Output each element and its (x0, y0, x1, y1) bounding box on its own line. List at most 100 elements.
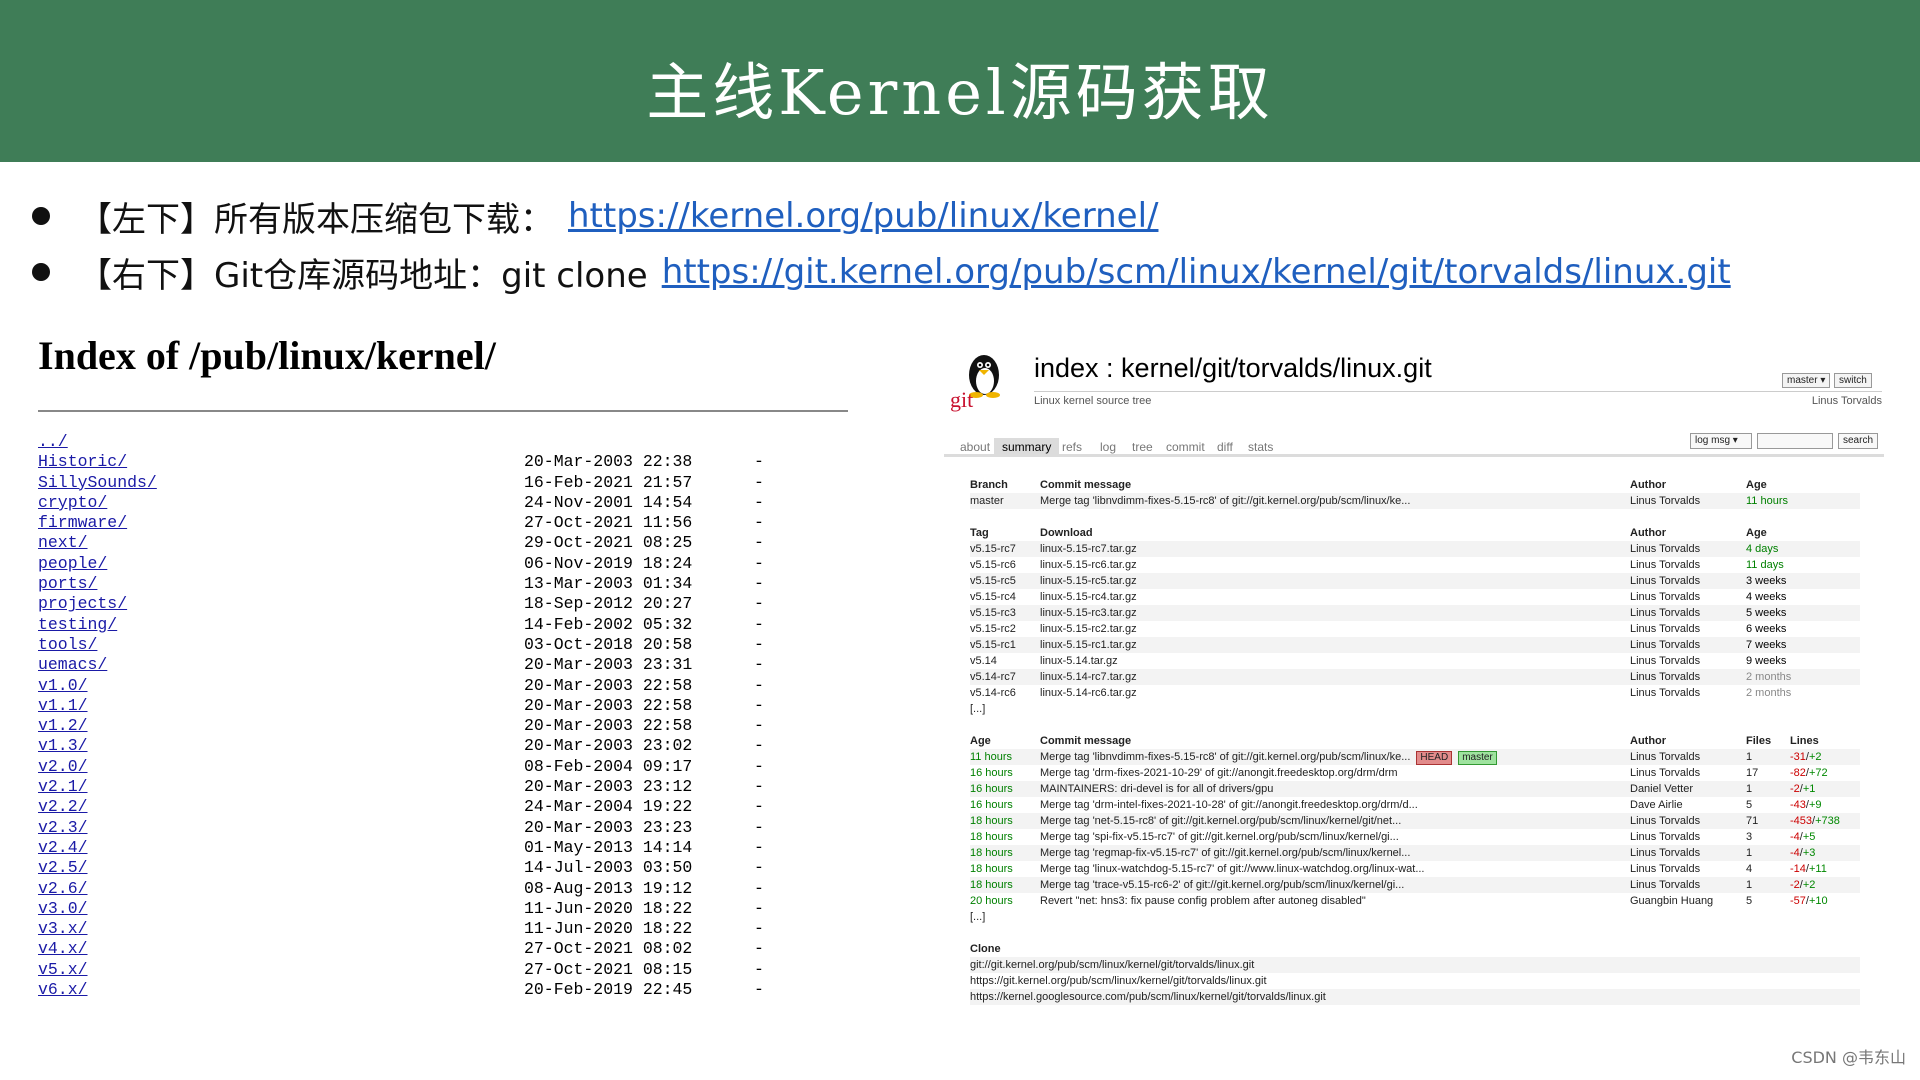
log-row[interactable]: 11 hours Merge tag 'libnvdimm-fixes-5.15-… (970, 749, 1860, 765)
tag-row[interactable]: v5.14 linux-5.14.tar.gz Linus Torvalds 9 we… (970, 653, 1860, 669)
clone-url-row[interactable]: https://kernel.googlesource.com/pub/scm/… (970, 989, 1860, 1005)
index-entry-link[interactable]: v1.0/ (38, 676, 524, 696)
index-entry-date: 27-Oct-2021 08:02 (524, 939, 693, 959)
age: 6 weeks (1746, 623, 1787, 635)
index-entry-link[interactable]: v2.0/ (38, 757, 524, 777)
tag-header-row: Tag Download Author Age (970, 525, 1860, 541)
tab-refs[interactable]: refs (1054, 438, 1090, 456)
age: 16 hours (970, 799, 1013, 811)
index-entry-link[interactable]: v1.3/ (38, 736, 524, 756)
branch-name: master (970, 495, 1004, 507)
commit-message: MAINTAINERS: dri-devel is for all of dri… (1040, 783, 1274, 795)
lines-added: +3 (1802, 847, 1816, 859)
log-row[interactable]: 20 hours Revert "net: hns3: fix pause con… (970, 893, 1860, 909)
download-link: linux-5.15-rc2.tar.gz (1040, 623, 1137, 635)
tag-row[interactable]: v5.14-rc6 linux-5.14-rc6.tar.gz Linus Torv… (970, 685, 1860, 701)
index-entry-link[interactable]: Historic/ (38, 452, 524, 472)
index-entry-link[interactable]: tools/ (38, 635, 524, 655)
index-entry-link[interactable]: testing/ (38, 615, 524, 635)
tab-diff[interactable]: diff (1209, 438, 1241, 456)
kernel-archive-link[interactable]: https://kernel.org/pub/linux/kernel/ (568, 196, 1158, 236)
index-entry-link[interactable]: v1.2/ (38, 716, 524, 736)
search-scope-select[interactable]: log msg ▾ (1690, 433, 1752, 449)
index-entry-link[interactable]: ports/ (38, 574, 524, 594)
tag-row[interactable]: v5.15-rc7 linux-5.15-rc7.tar.gz Linus Torv… (970, 541, 1860, 557)
tag-row[interactable]: v5.14-rc7 linux-5.14-rc7.tar.gz Linus Torv… (970, 669, 1860, 685)
index-entry-link[interactable]: firmware/ (38, 513, 524, 533)
age: 3 weeks (1746, 575, 1787, 587)
bullet-dot-icon (32, 207, 50, 225)
index-entry-link[interactable]: v3.0/ (38, 899, 524, 919)
tag-row[interactable]: v5.15-rc2 linux-5.15-rc2.tar.gz Linus Torv… (970, 621, 1860, 637)
search-button[interactable]: search (1838, 433, 1879, 449)
log-row[interactable]: 18 hours Merge tag 'spi-fix-v5.15-rc7' of… (970, 829, 1860, 845)
tag-row[interactable]: v5.15-rc3 linux-5.15-rc3.tar.gz Linus Torv… (970, 605, 1860, 621)
log-row[interactable]: 16 hours Merge tag 'drm-intel-fixes-2021-… (970, 797, 1860, 813)
log-row[interactable]: 18 hours Merge tag 'linux-watchdog-5.15-r… (970, 861, 1860, 877)
author: Daniel Vetter (1630, 783, 1693, 795)
index-entry-link[interactable]: v2.3/ (38, 818, 524, 838)
index-entry-link[interactable]: v2.2/ (38, 797, 524, 817)
index-entry-size: - (754, 492, 764, 512)
lines-added: +9 (1808, 799, 1822, 811)
git-repo-link[interactable]: https://git.kernel.org/pub/scm/linux/ker… (662, 252, 1731, 292)
branch-select[interactable]: master ▾ (1782, 373, 1831, 388)
index-entry-date: 24-Mar-2004 19:22 (524, 797, 693, 817)
index-entry-size: - (754, 614, 764, 634)
clone-url: https://git.kernel.org/pub/scm/linux/ker… (970, 975, 1267, 987)
switch-button[interactable]: switch (1834, 373, 1872, 388)
index-entry-link[interactable]: v5.x/ (38, 960, 524, 980)
index-entry-link[interactable]: projects/ (38, 594, 524, 614)
tag-name: v5.14-rc6 (970, 687, 1016, 699)
tag-table: Tag Download Author Age v5.15-rc7 linux-5.15-… (970, 525, 1860, 717)
index-entry-link[interactable]: v2.4/ (38, 838, 524, 858)
log-row[interactable]: 18 hours Merge tag 'trace-v5.15-rc6-2' of… (970, 877, 1860, 893)
branch-row[interactable]: master Merge tag 'libnvdimm-fixes-5.15-rc… (970, 493, 1860, 509)
index-entry-link[interactable]: v2.6/ (38, 879, 524, 899)
clone-url-row[interactable]: git://git.kernel.org/pub/scm/linux/kerne… (970, 957, 1860, 973)
tab-commit[interactable]: commit (1158, 438, 1213, 456)
log-row[interactable]: 18 hours Merge tag 'regmap-fix-v5.15-rc7'… (970, 845, 1860, 861)
tab-summary[interactable]: summary (994, 438, 1060, 456)
author: Linus Torvalds (1630, 767, 1701, 779)
slide-header: 主线Kernel源码获取 (0, 0, 1920, 162)
index-entry-link[interactable]: v4.x/ (38, 939, 524, 959)
more-tags-link[interactable]: [...] (970, 701, 1860, 717)
tag-row[interactable]: v5.15-rc4 linux-5.15-rc4.tar.gz Linus Torv… (970, 589, 1860, 605)
search-input[interactable] (1757, 433, 1833, 449)
index-entry-link[interactable]: people/ (38, 554, 524, 574)
log-row[interactable]: 16 hours MAINTAINERS: dri-devel is for al… (970, 781, 1860, 797)
index-entry-link[interactable]: next/ (38, 533, 524, 553)
index-entry-link[interactable]: ../ (38, 432, 524, 452)
log-row[interactable]: 18 hours Merge tag 'net-5.15-rc8' of git:… (970, 813, 1860, 829)
lines-deleted: -43 (1790, 799, 1806, 811)
tab-about[interactable]: about (952, 438, 998, 456)
index-entry-size: - (754, 675, 764, 695)
tag-row[interactable]: v5.15-rc1 linux-5.15-rc1.tar.gz Linus Torv… (970, 637, 1860, 653)
index-entry-link[interactable]: v6.x/ (38, 980, 524, 1000)
index-entry-link[interactable]: SillySounds/ (38, 473, 524, 493)
tag-row[interactable]: v5.15-rc5 linux-5.15-rc5.tar.gz Linus Torv… (970, 573, 1860, 589)
index-entry-size: - (754, 797, 764, 817)
index-entry-link[interactable]: uemacs/ (38, 655, 524, 675)
clone-url-row[interactable]: https://git.kernel.org/pub/scm/linux/ker… (970, 973, 1860, 989)
more-text: [...] (970, 703, 986, 715)
index-entry-size: - (754, 959, 764, 979)
log-row[interactable]: 16 hours Merge tag 'drm-fixes-2021-10-29'… (970, 765, 1860, 781)
index-entry-link[interactable]: crypto/ (38, 493, 524, 513)
index-row: projects/18-Sep-2012 20:27 - (38, 594, 848, 614)
files-changed: 4 (1746, 863, 1753, 875)
index-entry-link[interactable]: v2.5/ (38, 858, 524, 878)
tab-log[interactable]: log (1092, 438, 1124, 456)
commit-message: Merge tag 'libnvdimm-fixes-5.15-rc8' of … (1040, 495, 1411, 507)
author: Guangbin Huang (1630, 895, 1714, 907)
tab-tree[interactable]: tree (1124, 438, 1161, 456)
tag-row[interactable]: v5.15-rc6 linux-5.15-rc6.tar.gz Linus Torv… (970, 557, 1860, 573)
index-entry-link[interactable]: v1.1/ (38, 696, 524, 716)
tag-name: v5.14-rc7 (970, 671, 1016, 683)
index-row: v2.1/20-Mar-2003 23:12 - (38, 777, 848, 797)
tab-stats[interactable]: stats (1240, 438, 1281, 456)
more-log-link[interactable]: [...] (970, 909, 1860, 925)
index-entry-link[interactable]: v2.1/ (38, 777, 524, 797)
index-entry-link[interactable]: v3.x/ (38, 919, 524, 939)
